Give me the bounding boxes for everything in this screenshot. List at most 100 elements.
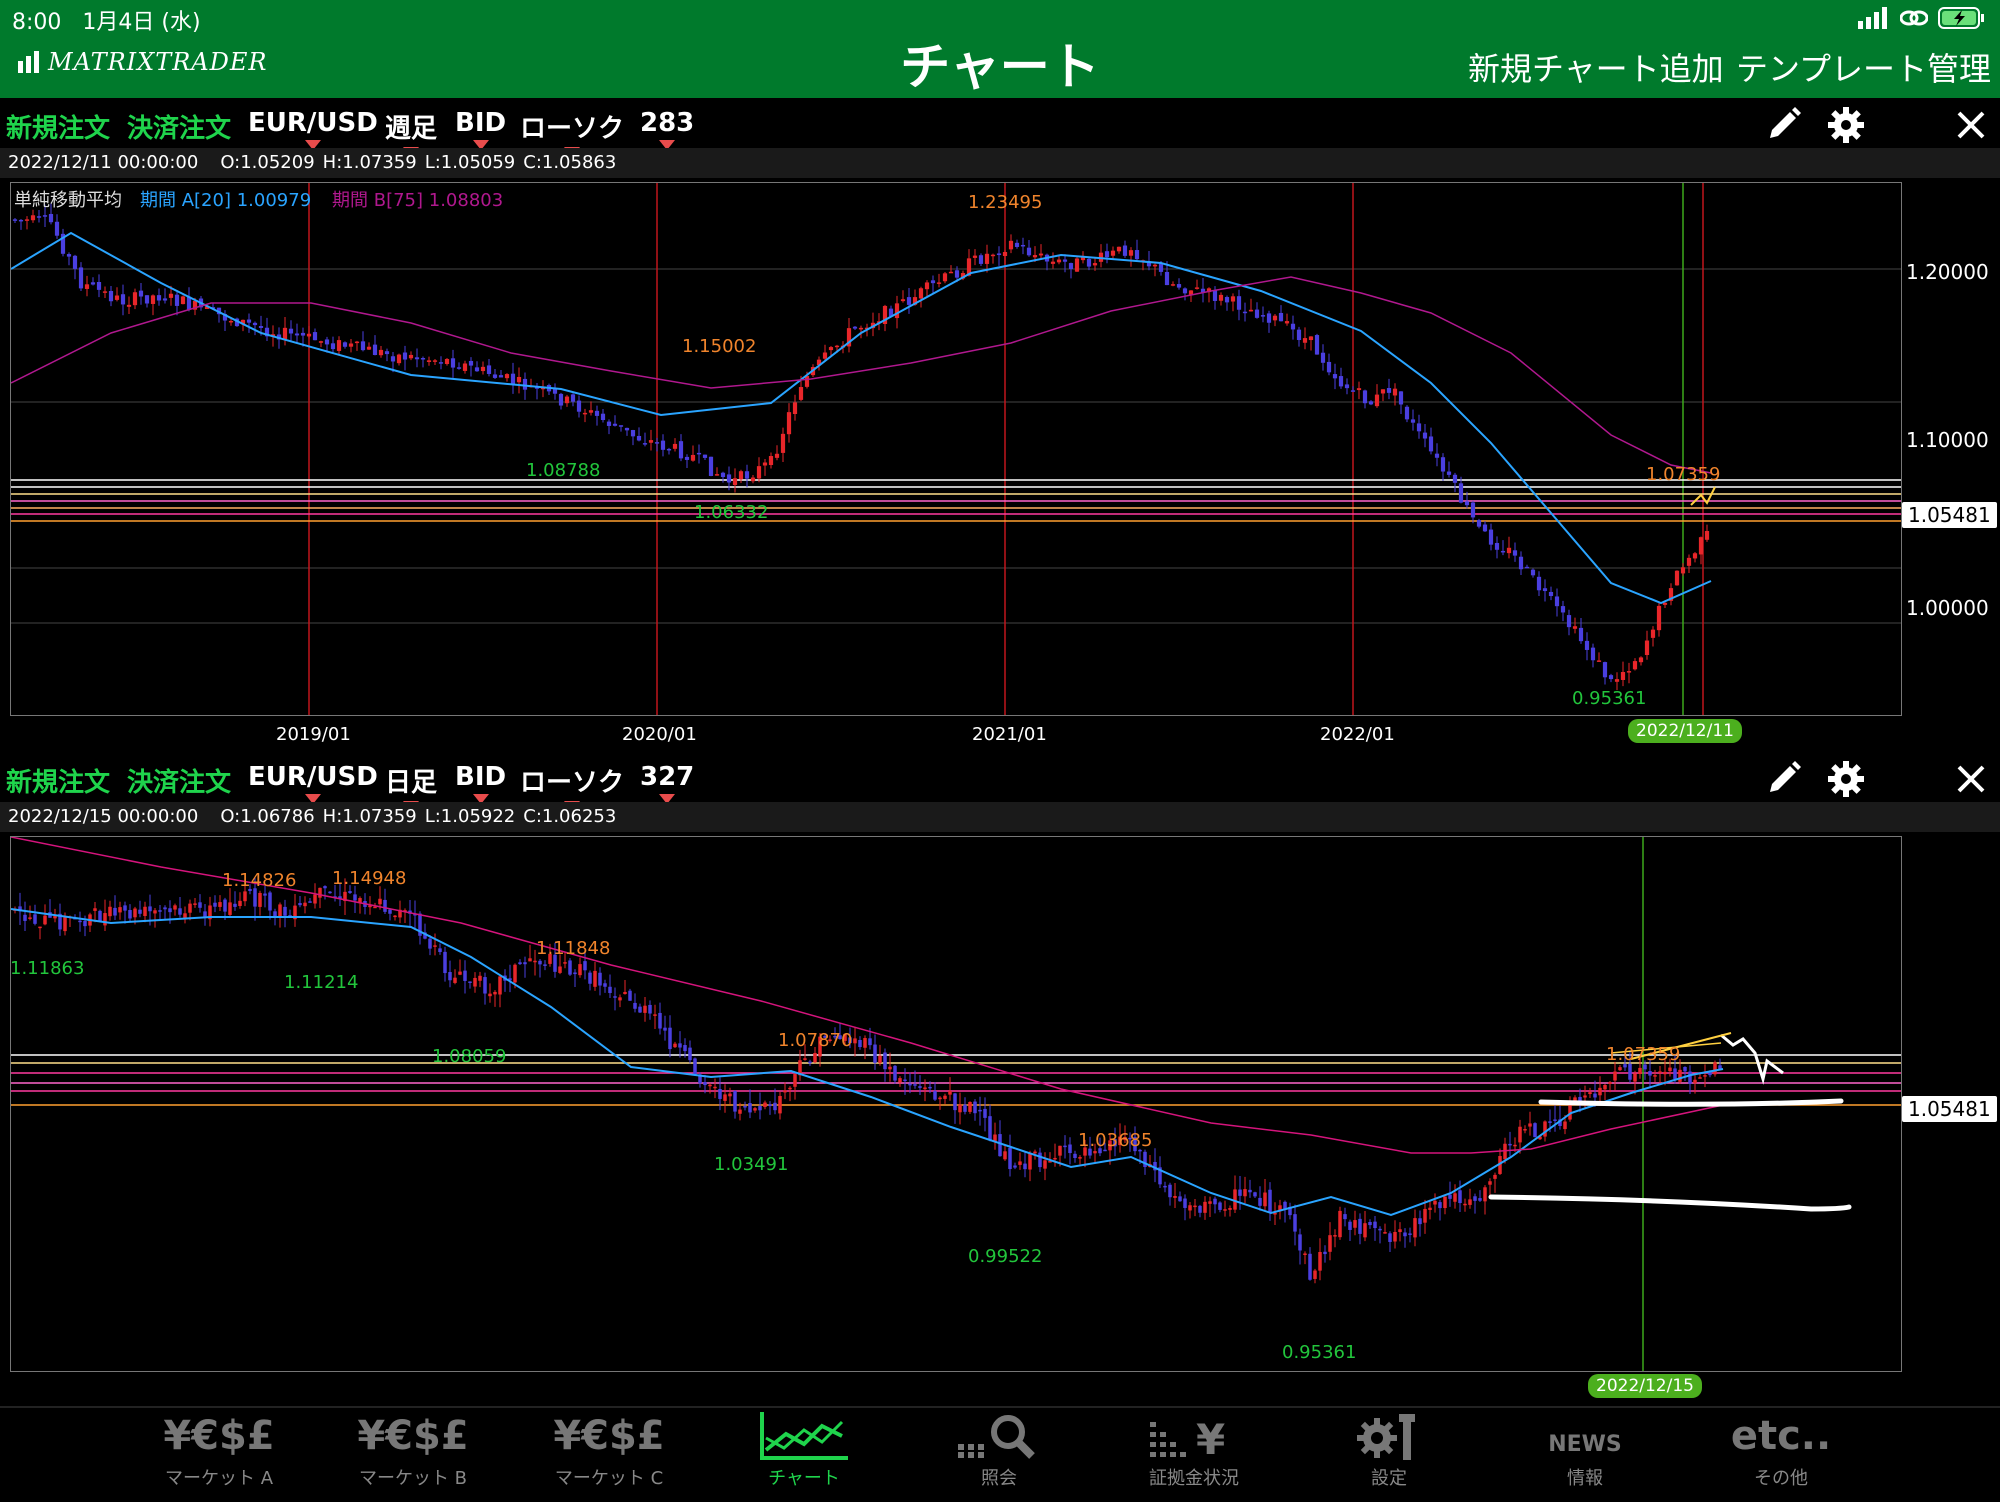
candle [732, 478, 738, 486]
candle [938, 1097, 942, 1100]
candle [168, 293, 174, 298]
tab-inquiry[interactable]: 照会 [924, 1408, 1074, 1502]
candle [1458, 483, 1464, 503]
candle [1388, 1233, 1392, 1242]
tab-news[interactable]: NEWS 情報 [1510, 1408, 1660, 1502]
tab-market-c[interactable]: ¥€$£ マーケット C [534, 1408, 684, 1502]
candle [228, 320, 234, 323]
tab-margin-status[interactable]: ¥ 証拠金状況 [1119, 1408, 1269, 1502]
candle [1014, 242, 1020, 247]
tab-market-a[interactable]: ¥€$£ マーケット A [144, 1408, 294, 1502]
ohlc-date: 2022/12/11 00:00:00 [8, 152, 199, 173]
candle [12, 219, 18, 221]
template-manage-button[interactable]: テンプレート管理 [1736, 44, 1991, 90]
tab-label: チャート [768, 1468, 840, 1489]
tab-settings[interactable]: 設定 [1314, 1408, 1464, 1502]
candle [450, 358, 456, 368]
tab-other[interactable]: etc.. その他 [1706, 1408, 1856, 1502]
candle [1673, 1068, 1677, 1079]
tab-chart[interactable]: チャート [729, 1408, 879, 1502]
candle [703, 1082, 707, 1086]
pair-select[interactable]: EUR/USD [248, 108, 378, 150]
candle [1386, 388, 1392, 393]
candle [348, 343, 354, 347]
candle [1656, 605, 1662, 631]
candle [1362, 390, 1368, 404]
new-order-button[interactable]: 新規注文 [6, 108, 110, 145]
candle [552, 388, 558, 394]
candle [1513, 1144, 1517, 1147]
candle [998, 1134, 1002, 1157]
candle [18, 219, 24, 222]
close-icon[interactable] [1950, 104, 1992, 146]
candle [1473, 1196, 1477, 1201]
candle [738, 471, 744, 480]
chart-style-select[interactable]: ローソク [520, 108, 624, 157]
candle [1208, 1201, 1212, 1204]
tab-market-b[interactable]: ¥€$£ マーケット B [338, 1408, 488, 1502]
candle [1152, 264, 1158, 267]
candle [463, 970, 467, 981]
currency-icon: ¥€$£ [553, 1413, 665, 1459]
candle [1323, 1251, 1327, 1255]
gear-icon[interactable] [1825, 104, 1867, 146]
battery-icon [1938, 7, 1984, 29]
candle [1483, 1187, 1487, 1202]
close-order-button[interactable]: 決済注文 [127, 762, 231, 799]
candle [1238, 1189, 1242, 1196]
close-icon[interactable] [1950, 758, 1992, 800]
chart-plot-area[interactable] [10, 836, 1902, 1372]
candle [228, 902, 232, 915]
tab-label: その他 [1754, 1468, 1808, 1489]
gear-icon[interactable] [1825, 758, 1867, 800]
candle [1338, 1210, 1342, 1238]
count-label: 283 [640, 108, 695, 138]
chart-style-select[interactable]: ローソク [520, 762, 624, 811]
candle [498, 976, 502, 995]
pair-select[interactable]: EUR/USD [248, 762, 378, 804]
candle [726, 474, 732, 483]
chart-plot-area[interactable] [10, 182, 1902, 716]
count-select[interactable]: 327 [640, 762, 694, 804]
candle [743, 1106, 747, 1108]
timeframe-select[interactable]: 週足 [385, 108, 437, 157]
candle [324, 339, 330, 345]
high-label: 1.07359 [1646, 464, 1721, 485]
candlestick-chart [11, 183, 1901, 715]
candle [163, 907, 167, 910]
candle [113, 907, 117, 916]
candle [1478, 1198, 1482, 1201]
timeframe-select[interactable]: 日足 [385, 762, 438, 811]
candle [1428, 436, 1434, 452]
candle [462, 363, 468, 371]
candle [128, 910, 132, 919]
candle [103, 913, 107, 926]
candle [294, 333, 300, 336]
candle [263, 893, 267, 896]
candle [1073, 1153, 1077, 1158]
candle [1110, 250, 1116, 256]
close-order-button[interactable]: 決済注文 [127, 108, 231, 145]
candle [300, 332, 306, 336]
candle [1183, 1198, 1187, 1208]
pair-label: EUR/USD [248, 762, 378, 792]
candle [714, 474, 720, 476]
candle [753, 1108, 757, 1111]
candle [1493, 1174, 1497, 1179]
count-select[interactable]: 283 [640, 108, 695, 150]
new-order-button[interactable]: 新規注文 [6, 762, 110, 799]
candle [1423, 1208, 1427, 1223]
candle [1584, 640, 1590, 650]
candle [1428, 1207, 1432, 1210]
candle [108, 291, 114, 302]
candle [1683, 1066, 1687, 1072]
candle [1332, 374, 1338, 379]
pencil-icon[interactable] [1762, 758, 1804, 800]
add-chart-button[interactable]: 新規チャート追加 [1468, 44, 1724, 90]
candle [1176, 284, 1182, 288]
candle [42, 215, 48, 217]
price-type-select[interactable]: BID [455, 762, 506, 804]
price-type-select[interactable]: BID [455, 108, 506, 150]
pencil-icon[interactable] [1762, 104, 1804, 146]
timeframe-label: 日足 [385, 768, 438, 798]
